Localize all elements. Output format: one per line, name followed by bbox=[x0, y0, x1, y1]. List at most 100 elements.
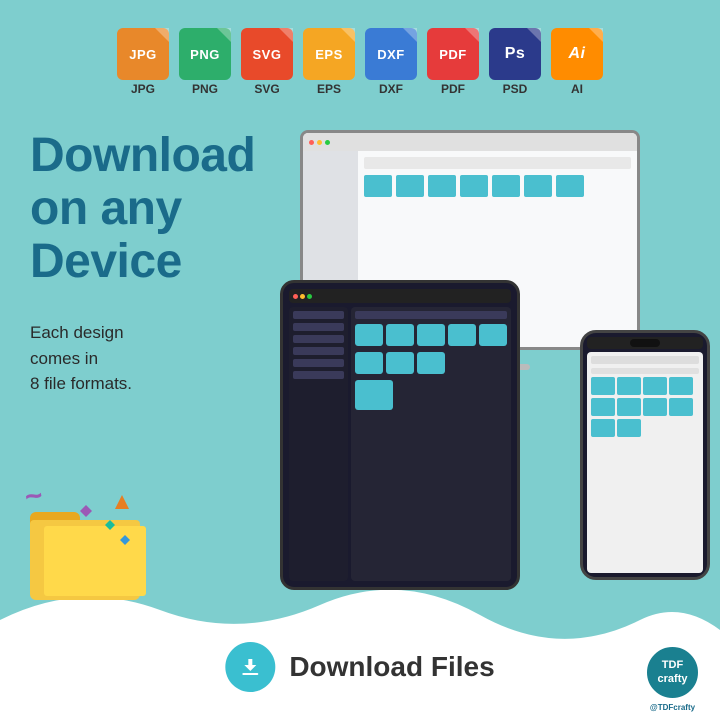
squiggle-icon: ~ bbox=[22, 479, 45, 516]
download-section[interactable]: Download Files bbox=[225, 642, 494, 692]
phone-folder bbox=[591, 398, 615, 416]
phone-folder bbox=[591, 419, 615, 437]
gem-orange-icon bbox=[115, 495, 129, 509]
sidebar-item bbox=[293, 371, 344, 379]
brand-handle: @TDFcrafty bbox=[645, 703, 700, 712]
tablet-folder bbox=[355, 352, 383, 374]
tablet-folder bbox=[386, 324, 414, 346]
tablet bbox=[280, 280, 520, 590]
subtext: Each designcomes in8 file formats. bbox=[30, 320, 132, 397]
folder-body bbox=[30, 520, 140, 600]
eps-label: EPS bbox=[317, 82, 341, 96]
svg-icon-text: SVG bbox=[253, 47, 282, 62]
tablet-folder bbox=[355, 324, 383, 346]
tablet-folder-large bbox=[355, 380, 393, 410]
monitor-folder bbox=[428, 175, 456, 197]
download-icon-circle[interactable] bbox=[225, 642, 275, 692]
dot-green bbox=[325, 140, 330, 145]
brand-name: TDFcrafty bbox=[658, 659, 688, 685]
monitor-folder bbox=[524, 175, 552, 197]
brand-logo: TDFcrafty bbox=[645, 645, 700, 700]
phone-folder bbox=[643, 377, 667, 395]
phone-folder bbox=[617, 419, 641, 437]
sidebar-item bbox=[293, 311, 344, 319]
ai-icon-shape: Ai bbox=[551, 28, 603, 80]
file-icon-svg: SVG SVG bbox=[241, 28, 293, 96]
file-icon-png: PNG PNG bbox=[179, 28, 231, 96]
eps-icon-shape: EPS bbox=[303, 28, 355, 80]
download-arrow-icon bbox=[238, 655, 262, 679]
monitor-folder bbox=[364, 175, 392, 197]
jpg-icon-shape: JPG bbox=[117, 28, 169, 80]
pdf-label: PDF bbox=[441, 82, 465, 96]
file-icon-eps: EPS EPS bbox=[303, 28, 355, 96]
heading-line2: on any bbox=[30, 182, 182, 235]
phone-toolbar bbox=[591, 356, 699, 364]
file-icon-pdf: PDF PDF bbox=[427, 28, 479, 96]
file-icon-psd: Ps PSD bbox=[489, 28, 541, 96]
monitor-folder bbox=[556, 175, 584, 197]
phone-folder bbox=[669, 377, 693, 395]
monitor-folder bbox=[460, 175, 488, 197]
phone-folder-row bbox=[591, 419, 699, 437]
dot-red bbox=[309, 140, 314, 145]
tablet-folder bbox=[448, 324, 476, 346]
tablet-toolbar bbox=[355, 311, 507, 319]
monitor-folder bbox=[396, 175, 424, 197]
main-heading: Download on any Device bbox=[30, 130, 255, 288]
folder-body-inner bbox=[44, 526, 146, 596]
svg-label: SVG bbox=[254, 82, 279, 96]
phone bbox=[580, 330, 710, 580]
tablet-folder bbox=[386, 352, 414, 374]
gem-purple-icon bbox=[80, 505, 92, 517]
pdf-icon-text: PDF bbox=[439, 47, 467, 62]
ai-icon-text: Ai bbox=[569, 45, 586, 63]
dot-green bbox=[307, 294, 312, 299]
dot-red bbox=[293, 294, 298, 299]
tablet-content bbox=[289, 307, 511, 581]
phone-folder-row bbox=[591, 377, 699, 395]
tablet-folder bbox=[479, 324, 507, 346]
dxf-icon-text: DXF bbox=[377, 47, 405, 62]
tablet-main bbox=[351, 307, 511, 581]
heading-line1: Download bbox=[30, 129, 255, 182]
file-icon-ai: Ai AI bbox=[551, 28, 603, 96]
jpg-icon-text: JPG bbox=[129, 47, 157, 62]
heading-text: Download on any Device bbox=[30, 130, 255, 288]
dxf-label: DXF bbox=[379, 82, 403, 96]
psd-icon-text: Ps bbox=[505, 45, 526, 63]
pdf-icon-shape: PDF bbox=[427, 28, 479, 80]
dxf-icon-shape: DXF bbox=[365, 28, 417, 80]
file-icon-jpg: JPG JPG bbox=[117, 28, 169, 96]
devices-container bbox=[280, 130, 710, 550]
file-icon-dxf: DXF DXF bbox=[365, 28, 417, 96]
sidebar-item bbox=[293, 335, 344, 343]
phone-folder-row bbox=[591, 398, 699, 416]
phone-folder bbox=[617, 398, 641, 416]
monitor-folder bbox=[492, 175, 520, 197]
psd-icon-shape: Ps bbox=[489, 28, 541, 80]
phone-folder bbox=[669, 398, 693, 416]
psd-label: PSD bbox=[503, 82, 528, 96]
png-label: PNG bbox=[192, 82, 218, 96]
monitor-folders bbox=[364, 175, 631, 197]
folder-illustration: ~ bbox=[20, 490, 150, 600]
phone-content bbox=[587, 352, 703, 573]
jpg-label: JPG bbox=[131, 82, 155, 96]
tablet-folder bbox=[417, 352, 445, 374]
phone-folder bbox=[591, 377, 615, 395]
svg-icon-shape: SVG bbox=[241, 28, 293, 80]
png-icon-shape: PNG bbox=[179, 28, 231, 80]
png-icon-text: PNG bbox=[190, 47, 220, 62]
heading-line3: Device bbox=[30, 235, 182, 288]
ai-label: AI bbox=[571, 82, 583, 96]
download-text: Download Files bbox=[289, 651, 494, 683]
file-icons-row: JPG JPG PNG PNG SVG SVG EPS EPS DXF DXF … bbox=[0, 0, 720, 106]
phone-folder bbox=[643, 398, 667, 416]
sidebar-item bbox=[293, 347, 344, 355]
tablet-sidebar bbox=[289, 307, 348, 581]
phone-folder bbox=[617, 377, 641, 395]
phone-search bbox=[591, 368, 699, 374]
monitor-topbar bbox=[303, 133, 637, 151]
eps-icon-text: EPS bbox=[315, 47, 343, 62]
